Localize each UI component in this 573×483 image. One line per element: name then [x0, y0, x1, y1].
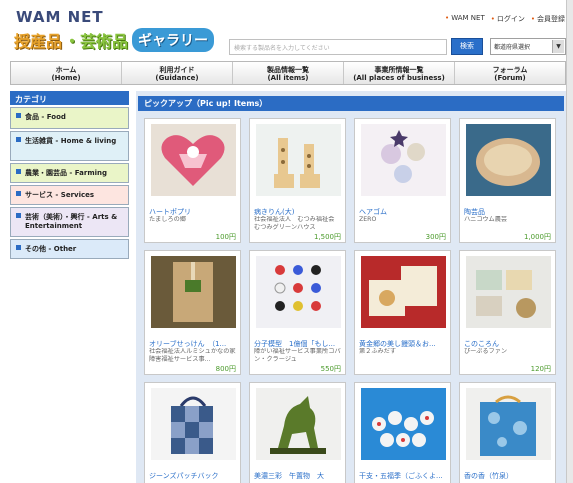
search-button[interactable]: 検索 [451, 38, 483, 55]
product-image-hair-tie[interactable] [361, 124, 446, 196]
product-image-molecule-model[interactable] [256, 256, 341, 328]
search-input[interactable]: 検索する製品名を入力してください [229, 39, 447, 55]
product-card[interactable]: 病きりん(大) 社会福祉法人 むつみ福祉会 むつみグリーンハウス 1,500円 [249, 118, 346, 243]
sidebar-item-arts[interactable]: 芸術（美術）・興行 - Arts & Entertainment [10, 207, 129, 237]
bullet-icon [16, 137, 21, 142]
product-name[interactable]: ジーンズパッチバック [149, 471, 239, 481]
main-nav: ホーム (Home) 利用ガイド (Guidance) 製品情報一覧 (All ite… [10, 61, 566, 85]
product-image-heart-potpourri[interactable] [151, 124, 236, 196]
top-link-register[interactable]: • 会員登録 [531, 14, 565, 24]
sidebar-item-services[interactable]: サービス - Services [10, 185, 129, 205]
bullet-icon [16, 245, 21, 250]
product-card[interactable]: 香の香（竹泉） [459, 382, 556, 483]
logo-part-gallery: ギャラリー [132, 28, 215, 52]
prefecture-select[interactable]: 都道府県選択 ▼ [490, 38, 566, 55]
product-card[interactable]: このころん ぴーぷるファン 120円 [459, 250, 556, 375]
sidebar-item-other[interactable]: その他 - Other [10, 239, 129, 259]
site-header: WAM NET 授産品 ・芸術品 ギャラリー • WAM NET • ログイン • 会… [0, 0, 573, 60]
sidebar-item-food[interactable]: 食品 - Food [10, 107, 129, 129]
product-card[interactable]: 陶芸品 ハニコウム農芸 1,000円 [459, 118, 556, 243]
top-link-login[interactable]: • ログイン [491, 14, 525, 24]
product-org: 社会福祉法人ルミシュかなの家 障害福祉サービス事... [149, 348, 239, 363]
product-price: 550円 [320, 365, 341, 373]
sidebar-title: カテゴリ [10, 91, 129, 105]
logo-part-jusanhin: 授産品 [14, 32, 63, 51]
nav-home[interactable]: ホーム (Home) [11, 62, 122, 84]
top-links: • WAM NET • ログイン • 会員登録 [445, 14, 565, 24]
product-image-giraffe[interactable] [256, 124, 341, 196]
product-org: 社会福祉法人 むつみ福祉会 むつみグリーンハウス [254, 216, 341, 231]
product-image-zodiac-dolls[interactable] [361, 388, 446, 460]
nav-all-places[interactable]: 事業所情報一覧 (All places of business) [344, 62, 455, 84]
wamnet-logo[interactable]: WAM NET [16, 8, 104, 26]
nav-forum[interactable]: フォーラム (Forum) [455, 62, 565, 84]
product-card[interactable]: オリーブせっけん （1... 社会福祉法人ルミシュかなの家 障害福祉サービス事.… [144, 250, 241, 375]
product-price: 1,000円 [523, 233, 551, 241]
product-image-olive-soap[interactable] [151, 256, 236, 328]
pickup-title: ピックアップ（Pic up! Items） [138, 96, 564, 111]
gallery-logo[interactable]: 授産品 ・芸術品 ギャラリー [14, 26, 215, 54]
product-org: ZERO [359, 216, 377, 223]
sidebar-item-farming[interactable]: 農業・園芸品 - Farming [10, 163, 129, 183]
product-name[interactable]: 美濃三彩 午置物 大 [254, 471, 344, 481]
product-org: 障がい福祉サービス事業所コパン・クラージュ [254, 348, 341, 363]
bullet-icon [16, 213, 21, 218]
product-card[interactable]: ハートポプリ たましろの郷 100円 [144, 118, 241, 243]
product-price: 1,500円 [313, 233, 341, 241]
product-price: 300円 [425, 233, 446, 241]
chevron-down-icon[interactable]: ▼ [552, 40, 564, 53]
product-org: 第２ふみだす [359, 348, 397, 355]
pickup-section: ピックアップ（Pic up! Items） ハートポプリ たましろの郷 100円 [136, 91, 566, 483]
product-card[interactable]: 美濃三彩 午置物 大 [249, 382, 346, 483]
product-price: 120円 [530, 365, 551, 373]
product-card[interactable]: 分子模型 1億個「もし... 障がい福祉サービス事業所コパン・クラージュ 550… [249, 250, 346, 375]
bullet-icon [16, 169, 21, 174]
bullet-icon [16, 191, 21, 196]
product-price: 100円 [215, 233, 236, 241]
product-image-konokoron[interactable] [466, 256, 551, 328]
product-image-horse-figurine[interactable] [256, 388, 341, 460]
nav-all-items[interactable]: 製品情報一覧 (All items) [233, 62, 344, 84]
category-sidebar: カテゴリ 食品 - Food 生活雑貨 - Home & living 農業・園… [10, 91, 129, 259]
product-org: ぴーぷるファン [464, 348, 508, 355]
product-name[interactable]: 干支・五福季（ごふくよ... [359, 471, 449, 481]
product-price: 800円 [215, 365, 236, 373]
page-scrollbar[interactable] [566, 0, 573, 483]
nav-guidance[interactable]: 利用ガイド (Guidance) [122, 62, 233, 84]
top-link-wamnet[interactable]: • WAM NET [445, 14, 485, 24]
sidebar-item-home-living[interactable]: 生活雑貨 - Home & living [10, 131, 129, 161]
product-name[interactable]: 香の香（竹泉） [464, 471, 554, 481]
product-card[interactable]: 黄金郷の美し饅頭＆お... 第２ふみだす [354, 250, 451, 375]
product-org: たましろの郷 [149, 216, 186, 223]
product-image-jeans-bag[interactable] [151, 388, 236, 460]
logo-part-geijutsuhin: ・芸術品 [64, 32, 129, 51]
product-image-manju-gift[interactable] [361, 256, 446, 328]
product-image-incense-sachet[interactable] [466, 388, 551, 460]
product-card[interactable]: ヘアゴム ZERO 300円 [354, 118, 451, 243]
product-card[interactable]: 干支・五福季（ごふくよ... [354, 382, 451, 483]
bullet-icon [16, 113, 21, 118]
product-image-pottery[interactable] [466, 124, 551, 196]
product-card[interactable]: ジーンズパッチバック [144, 382, 241, 483]
product-org: ハニコウム農芸 [464, 216, 508, 223]
